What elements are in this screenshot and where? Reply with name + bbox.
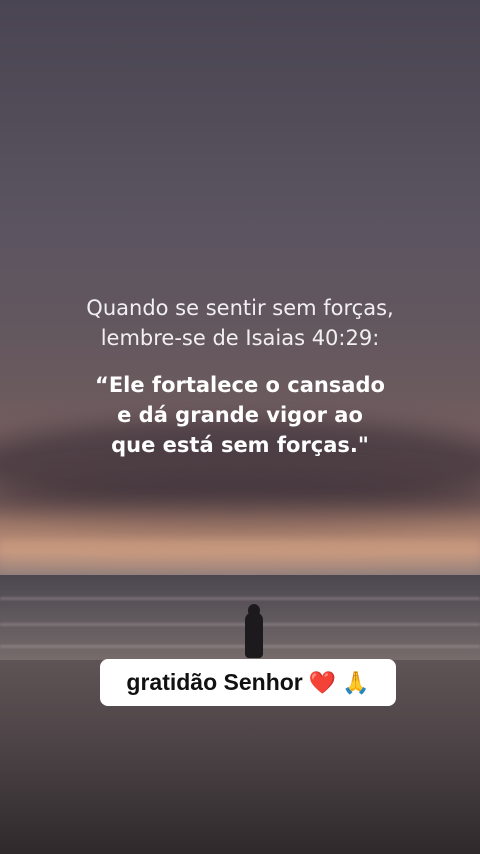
caption-sticker: gratidão Senhor ❤️ 🙏 [100, 659, 396, 706]
wave [0, 623, 480, 626]
horizon-glow [0, 540, 480, 580]
verse-line: e dá grande vigor ao [117, 403, 363, 427]
sea [0, 575, 480, 665]
wave [0, 645, 480, 648]
person-silhouette [245, 612, 263, 658]
quote-intro-line: Quando se sentir sem forças, [86, 296, 394, 320]
praying-hands-icon: 🙏 [342, 669, 370, 695]
heart-icon: ❤️ [308, 669, 337, 695]
wave [0, 597, 480, 600]
caption-text: gratidão Senhor [126, 669, 303, 695]
verse-line: que está sem forças." [111, 433, 369, 457]
quote-intro-line: lembre-se de Isaias 40:29: [100, 326, 380, 350]
verse-line: “Ele fortalece o cansado [95, 373, 385, 397]
bible-verse: “Ele fortalece o cansado e dá grande vig… [0, 370, 480, 460]
sunset-beach-background: Quando se sentir sem forças, lembre-se d… [0, 0, 480, 854]
quote-intro: Quando se sentir sem forças, lembre-se d… [0, 293, 480, 353]
